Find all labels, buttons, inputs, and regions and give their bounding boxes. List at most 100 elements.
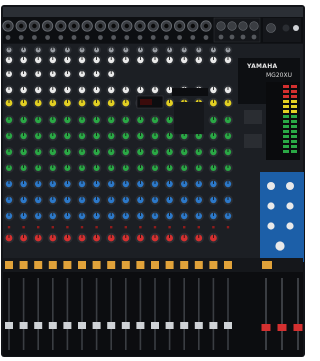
meter-segment — [291, 105, 297, 108]
fader-slot — [125, 278, 127, 350]
channel-fader-icon — [194, 322, 203, 329]
on-button-icon — [5, 261, 13, 269]
meter-segment — [283, 135, 289, 138]
channel-fader-icon — [180, 322, 189, 329]
fader-slot — [66, 278, 69, 350]
on-button-icon — [194, 261, 203, 269]
meter-segment — [291, 145, 297, 148]
on-button-icon — [151, 261, 159, 269]
rotary-knob-icon — [286, 202, 294, 210]
on-button-icon — [224, 261, 232, 269]
meter-segment — [291, 85, 297, 88]
xlr-output-icon — [238, 21, 248, 31]
meter-segment — [291, 135, 297, 138]
meter-segment — [291, 120, 297, 123]
rotary-knob-icon — [275, 241, 285, 251]
fader-slot — [110, 278, 112, 350]
fader-slot — [227, 278, 229, 350]
channel-fader-icon — [34, 322, 43, 329]
trs-jack-icon — [229, 34, 235, 40]
fader-slot — [37, 278, 39, 350]
trs-jack-icon — [251, 34, 257, 40]
fader-slot — [168, 278, 171, 350]
trs-jack-icon — [71, 35, 77, 40]
trs-jack-icon — [190, 35, 196, 40]
on-button-icon — [63, 261, 72, 269]
channel-fader-icon — [165, 322, 174, 329]
peak-led-icon — [197, 226, 200, 229]
channel-fader-icon — [78, 322, 86, 329]
trs-jack-icon — [84, 35, 90, 40]
channel-fader-icon — [63, 322, 72, 329]
meter-segment — [291, 110, 297, 113]
on-button-icon — [136, 261, 145, 269]
fader-section — [3, 272, 303, 356]
meter-segment — [283, 100, 289, 103]
model-name-text: MG20XU — [266, 72, 292, 79]
meter-segment — [291, 130, 297, 133]
peak-led-icon — [212, 226, 215, 229]
on-button-icon — [262, 261, 272, 269]
on-button-icon — [180, 261, 189, 269]
channel-fader-icon — [121, 322, 130, 329]
fader-slot — [139, 278, 142, 350]
fader-slot — [52, 278, 54, 350]
peak-led-icon — [124, 226, 127, 229]
rotary-knob-icon — [267, 182, 275, 190]
peak-led-icon — [110, 226, 113, 229]
channel-fader-icon — [5, 322, 13, 329]
channel-fader-icon — [209, 322, 218, 329]
rotary-knob-icon — [286, 222, 294, 230]
on-button-icon — [107, 261, 116, 269]
power-switch-icon — [293, 25, 299, 31]
peak-led-icon — [139, 226, 142, 229]
trs-jack-icon — [58, 35, 64, 40]
channel-fader-icon — [48, 322, 57, 329]
trs-jack-icon — [164, 35, 169, 40]
peak-led-icon — [168, 226, 171, 229]
fader-slot — [183, 278, 185, 350]
meter-segment — [291, 115, 297, 118]
trs-jack-icon — [218, 34, 224, 40]
trs-jack-icon — [5, 35, 11, 40]
channel-fader-icon — [151, 322, 159, 329]
mixer-illustration — [0, 0, 306, 361]
rotary-knob-icon — [267, 202, 275, 210]
meter-segment — [283, 105, 289, 108]
master-fader-icon — [293, 324, 303, 331]
trs-jack-icon — [177, 35, 183, 40]
fader-slot — [198, 278, 200, 350]
meter-segment — [291, 100, 297, 103]
trs-jack-icon — [203, 35, 209, 40]
fader-slot — [297, 278, 299, 350]
peak-led-icon — [226, 226, 230, 229]
meter-segment — [291, 150, 297, 153]
on-button-icon — [209, 261, 218, 269]
master-fader-icon — [261, 324, 271, 331]
fader-slot — [81, 278, 83, 350]
meter-segment — [283, 95, 289, 98]
xlr-output-icon — [227, 21, 237, 31]
top-rear-edge — [3, 7, 303, 17]
trs-jack-icon — [266, 23, 276, 33]
on-button-icon — [78, 261, 86, 269]
on-button-icon — [19, 261, 28, 269]
trs-jack-icon — [111, 35, 116, 40]
fader-slot — [154, 278, 156, 350]
rotary-knob-icon — [286, 182, 294, 190]
peak-led-icon — [22, 226, 25, 229]
on-button-icon — [48, 261, 57, 269]
on-button-icon — [121, 261, 130, 269]
meter-segment — [283, 120, 289, 123]
on-button-icon — [34, 261, 43, 269]
peak-led-icon — [7, 226, 11, 229]
meter-segment — [283, 150, 289, 153]
fader-slot — [22, 278, 25, 350]
meter-segment — [283, 145, 289, 148]
fader-slot — [265, 278, 267, 350]
aux-section — [244, 134, 262, 148]
peak-led-icon — [80, 226, 84, 229]
trs-jack-icon — [150, 35, 156, 40]
trs-jack-icon — [124, 35, 130, 40]
usb-section — [244, 110, 262, 124]
